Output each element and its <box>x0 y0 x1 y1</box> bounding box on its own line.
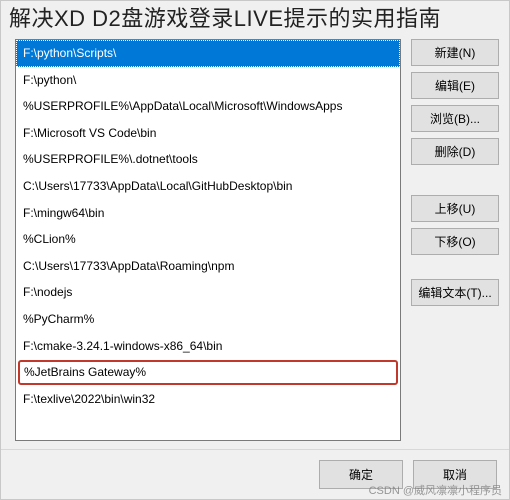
path-list-item[interactable]: %USERPROFILE%\AppData\Local\Microsoft\Wi… <box>16 93 400 120</box>
browse-button[interactable]: 浏览(B)... <box>411 105 499 132</box>
path-list-item[interactable]: F:\texlive\2022\bin\win32 <box>16 386 400 413</box>
path-list-item[interactable]: %JetBrains Gateway% <box>18 360 398 385</box>
path-list-item[interactable]: C:\Users\17733\AppData\Local\GitHubDeskt… <box>16 173 400 200</box>
watermark-text: CSDN @威风凛凛小程序员 <box>369 482 502 498</box>
edit-text-button[interactable]: 编辑文本(T)... <box>411 279 499 306</box>
move-up-button[interactable]: 上移(U) <box>411 195 499 222</box>
path-listbox[interactable]: F:\python\Scripts\F:\python\%USERPROFILE… <box>15 39 401 441</box>
path-list-item[interactable]: F:\nodejs <box>16 279 400 306</box>
new-button[interactable]: 新建(N) <box>411 39 499 66</box>
path-list-item[interactable]: C:\Users\17733\AppData\Roaming\npm <box>16 253 400 280</box>
path-list-item[interactable]: %PyCharm% <box>16 306 400 333</box>
edit-button[interactable]: 编辑(E) <box>411 72 499 99</box>
path-list-item[interactable]: F:\Microsoft VS Code\bin <box>16 120 400 147</box>
path-list-item[interactable]: F:\cmake-3.24.1-windows-x86_64\bin <box>16 333 400 360</box>
move-down-button[interactable]: 下移(O) <box>411 228 499 255</box>
path-list-item[interactable]: %CLion% <box>16 226 400 253</box>
path-list-item[interactable]: F:\python\Scripts\ <box>16 40 400 67</box>
article-title-overlay: 解决XD D2盘游戏登录LIVE提示的实用指南 <box>9 5 501 33</box>
path-list-item[interactable]: F:\python\ <box>16 67 400 94</box>
path-list-item[interactable]: %USERPROFILE%\.dotnet\tools <box>16 146 400 173</box>
side-button-column: 新建(N) 编辑(E) 浏览(B)... 删除(D) 上移(U) 下移(O) 编… <box>411 39 499 441</box>
path-list-item[interactable]: F:\mingw64\bin <box>16 200 400 227</box>
dialog-content: F:\python\Scripts\F:\python\%USERPROFILE… <box>1 1 509 449</box>
env-var-edit-dialog: 解决XD D2盘游戏登录LIVE提示的实用指南 F:\python\Script… <box>0 0 510 500</box>
delete-button[interactable]: 删除(D) <box>411 138 499 165</box>
